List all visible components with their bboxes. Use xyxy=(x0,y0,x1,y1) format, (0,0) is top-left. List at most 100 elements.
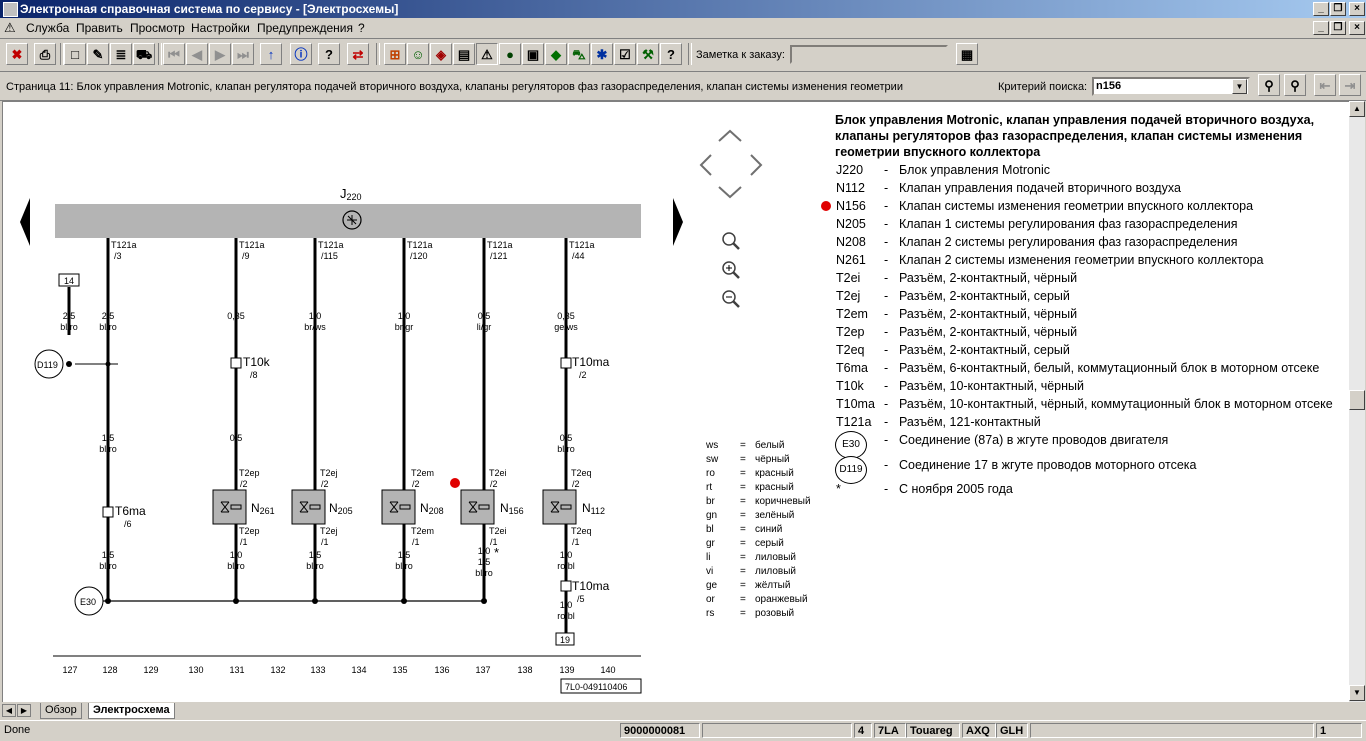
svg-text:bl/ro: bl/ro xyxy=(557,444,575,454)
control-unit-block xyxy=(55,204,641,238)
status-id: 9000000081 xyxy=(620,723,700,738)
box-19-label: 19 xyxy=(560,635,570,645)
wire6-pin: T121a xyxy=(569,240,595,250)
vertical-scrollbar[interactable]: ▲ ▼ xyxy=(1349,101,1365,702)
wire5-pin-no: /121 xyxy=(490,251,508,261)
svg-text:138: 138 xyxy=(517,665,532,675)
svg-text:bl/ro: bl/ro xyxy=(306,561,324,571)
child-restore-button[interactable]: ❐ xyxy=(1330,21,1346,35)
child-minimize-button[interactable]: _ xyxy=(1313,21,1329,35)
svg-text:/2: /2 xyxy=(579,370,587,380)
e30-legend-symbol: E30 xyxy=(835,431,867,459)
svg-text:/5: /5 xyxy=(577,594,585,604)
svg-text:135: 135 xyxy=(392,665,407,675)
zoom-out-icon[interactable] xyxy=(722,290,740,308)
wire4-pin-no: /120 xyxy=(410,251,428,261)
svg-text:1,5: 1,5 xyxy=(398,550,411,560)
svg-text:0,5: 0,5 xyxy=(478,311,491,321)
svg-text:/2: /2 xyxy=(572,479,580,489)
svg-text:0,5: 0,5 xyxy=(560,433,573,443)
d119-legend-symbol: D119 xyxy=(835,456,867,484)
svg-text:133: 133 xyxy=(310,665,325,675)
svg-text:1,5: 1,5 xyxy=(102,550,115,560)
svg-text:ro/bl: ro/bl xyxy=(557,561,575,571)
svg-text:/1: /1 xyxy=(412,537,420,547)
svg-text:T10ma: T10ma xyxy=(572,579,610,593)
wire5-pin: T121a xyxy=(487,240,513,250)
svg-text:T10ma: T10ma xyxy=(572,355,610,369)
back-icon[interactable]: ⇤ xyxy=(1314,74,1336,96)
svg-text:bl/ro: bl/ro xyxy=(99,561,117,571)
maximize-button[interactable]: ❐ xyxy=(1330,2,1346,16)
search-next-icon[interactable]: ⚲ xyxy=(1284,74,1306,96)
scroll-left-arrow[interactable] xyxy=(20,198,30,246)
highlight-dot-legend xyxy=(821,201,831,211)
scroll-down-icon[interactable]: ▼ xyxy=(1349,685,1365,701)
svg-text:T2ei: T2ei xyxy=(489,468,507,478)
minimize-button[interactable]: _ xyxy=(1313,2,1329,16)
svg-text:1,0: 1,0 xyxy=(398,311,411,321)
order-note-label: Заметка к заказу: xyxy=(696,49,785,61)
status-bar: Done 9000000081 4 7LA Touareg AXQ GLH 1 xyxy=(0,720,1366,741)
svg-text:/1: /1 xyxy=(572,537,580,547)
wire-gauges: 2,5 bl/ro 2,5 bl/ro 0,35 li 1,0 br/ws 1,… xyxy=(60,311,578,621)
svg-text:1,5: 1,5 xyxy=(309,550,322,560)
svg-text:137: 137 xyxy=(475,665,490,675)
pan-right-icon[interactable] xyxy=(750,154,763,176)
svg-text:/6: /6 xyxy=(124,519,132,529)
svg-text:T2ep: T2ep xyxy=(239,526,260,536)
tab-scroll-left-icon[interactable]: ◀ xyxy=(2,704,16,717)
status-text: Done xyxy=(4,724,31,736)
svg-text:/1: /1 xyxy=(321,537,329,547)
scroll-up-icon[interactable]: ▲ xyxy=(1349,101,1365,117)
svg-text:1,0: 1,0 xyxy=(560,600,573,610)
pan-down-icon[interactable] xyxy=(718,186,742,199)
scroll-thumb[interactable] xyxy=(1349,390,1365,410)
tab-scroll-right-icon[interactable]: ▶ xyxy=(17,704,31,717)
svg-text:2,5: 2,5 xyxy=(63,311,76,321)
wire1-pin: T121a xyxy=(111,240,137,250)
search-value: n156 xyxy=(1096,80,1122,92)
svg-text:T2ei: T2ei xyxy=(489,526,507,536)
box-14-label: 14 xyxy=(64,276,74,286)
zoom-in-icon[interactable] xyxy=(722,261,740,279)
wire6-pin-no: /44 xyxy=(572,251,585,261)
svg-text:/1: /1 xyxy=(240,537,248,547)
highlight-dot-n156 xyxy=(450,478,460,488)
svg-text:/2: /2 xyxy=(240,479,248,489)
wire2-pin-no: /9 xyxy=(242,251,250,261)
save-note-icon[interactable]: ▦ xyxy=(956,43,978,65)
close-button[interactable]: × xyxy=(1349,2,1365,16)
svg-text:130: 130 xyxy=(188,665,203,675)
svg-text:br/gr: br/gr xyxy=(395,322,414,332)
svg-text:bl/ro: bl/ro xyxy=(99,444,117,454)
svg-text:1,0: 1,0 xyxy=(230,550,243,560)
view-controls xyxy=(699,129,763,308)
status-field-3: Touareg xyxy=(906,723,960,738)
svg-text:129: 129 xyxy=(143,665,158,675)
pan-up-icon[interactable] xyxy=(718,129,742,142)
svg-text:0,35: 0,35 xyxy=(227,311,245,321)
svg-text:134: 134 xyxy=(351,665,366,675)
svg-text:1,5: 1,5 xyxy=(478,557,491,567)
tab-scheme[interactable]: Электросхема xyxy=(88,703,175,719)
pan-left-icon[interactable] xyxy=(699,154,712,176)
forward-icon[interactable]: ⇥ xyxy=(1339,74,1361,96)
svg-text:/8: /8 xyxy=(250,370,258,380)
zoom-fit-icon[interactable] xyxy=(722,232,740,250)
order-note-field[interactable] xyxy=(790,45,948,64)
search-combobox[interactable]: n156 ▼ xyxy=(1092,77,1250,96)
svg-text:136: 136 xyxy=(434,665,449,675)
svg-text:128: 128 xyxy=(102,665,117,675)
svg-text:N156: N156 xyxy=(500,501,524,516)
child-close-button[interactable]: × xyxy=(1349,21,1365,35)
svg-text:/2: /2 xyxy=(412,479,420,489)
svg-text:T2em: T2em xyxy=(411,468,434,478)
tab-overview[interactable]: Обзор xyxy=(40,703,82,719)
search-icon[interactable]: ⚲ xyxy=(1258,74,1280,96)
svg-text:T6ma: T6ma xyxy=(115,504,146,518)
dropdown-arrow-icon[interactable]: ▼ xyxy=(1232,79,1247,94)
svg-text:ge/ws: ge/ws xyxy=(554,322,578,332)
scroll-right-arrow[interactable] xyxy=(673,198,683,246)
svg-text:140: 140 xyxy=(600,665,615,675)
